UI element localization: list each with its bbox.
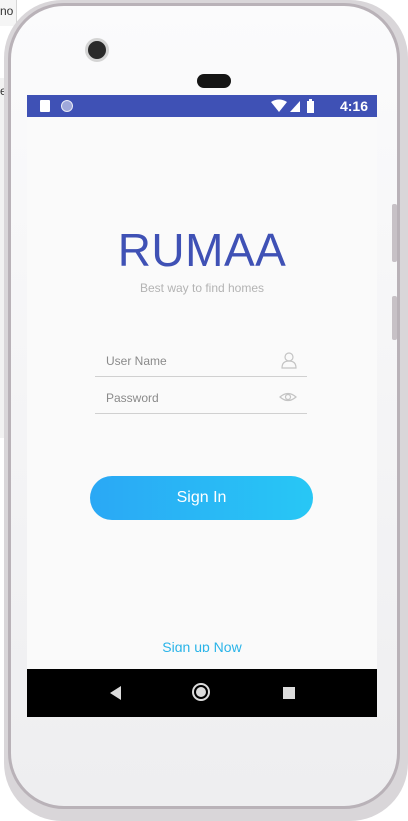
app-tagline: Best way to find homes: [139, 281, 265, 295]
username-input[interactable]: [104, 353, 278, 369]
power-button[interactable]: [392, 296, 397, 340]
battery-icon: [307, 101, 314, 113]
app-title: RUMAA: [117, 224, 287, 276]
host-tab[interactable]: no: [0, 0, 17, 26]
back-icon[interactable]: [110, 686, 121, 700]
recent-apps-icon[interactable]: [283, 687, 295, 699]
sign-in-button[interactable]: Sign In: [90, 476, 313, 520]
status-bar: 4:16: [27, 95, 377, 117]
password-input[interactable]: [104, 390, 278, 406]
front-camera: [85, 38, 109, 62]
user-icon: [281, 352, 297, 369]
sd-card-icon: [40, 100, 50, 112]
notification-icon: [61, 100, 73, 112]
password-field[interactable]: [95, 383, 307, 414]
earpiece-speaker: [197, 74, 231, 88]
host-tab-label: no: [0, 4, 14, 18]
home-icon[interactable]: [192, 683, 210, 701]
eye-icon[interactable]: [279, 388, 297, 406]
wifi-icon: [271, 99, 287, 112]
signal-icons: [271, 99, 314, 113]
sign-up-link[interactable]: Sign up Now: [27, 638, 377, 652]
app-screen: 4:16 RUMAA Best way to find homes Sign I…: [27, 95, 377, 717]
status-time: 4:16: [339, 98, 368, 114]
username-field[interactable]: [95, 346, 307, 377]
cell-signal-icon: [290, 101, 300, 112]
volume-button[interactable]: [392, 204, 397, 262]
nav-bar: [27, 669, 377, 717]
